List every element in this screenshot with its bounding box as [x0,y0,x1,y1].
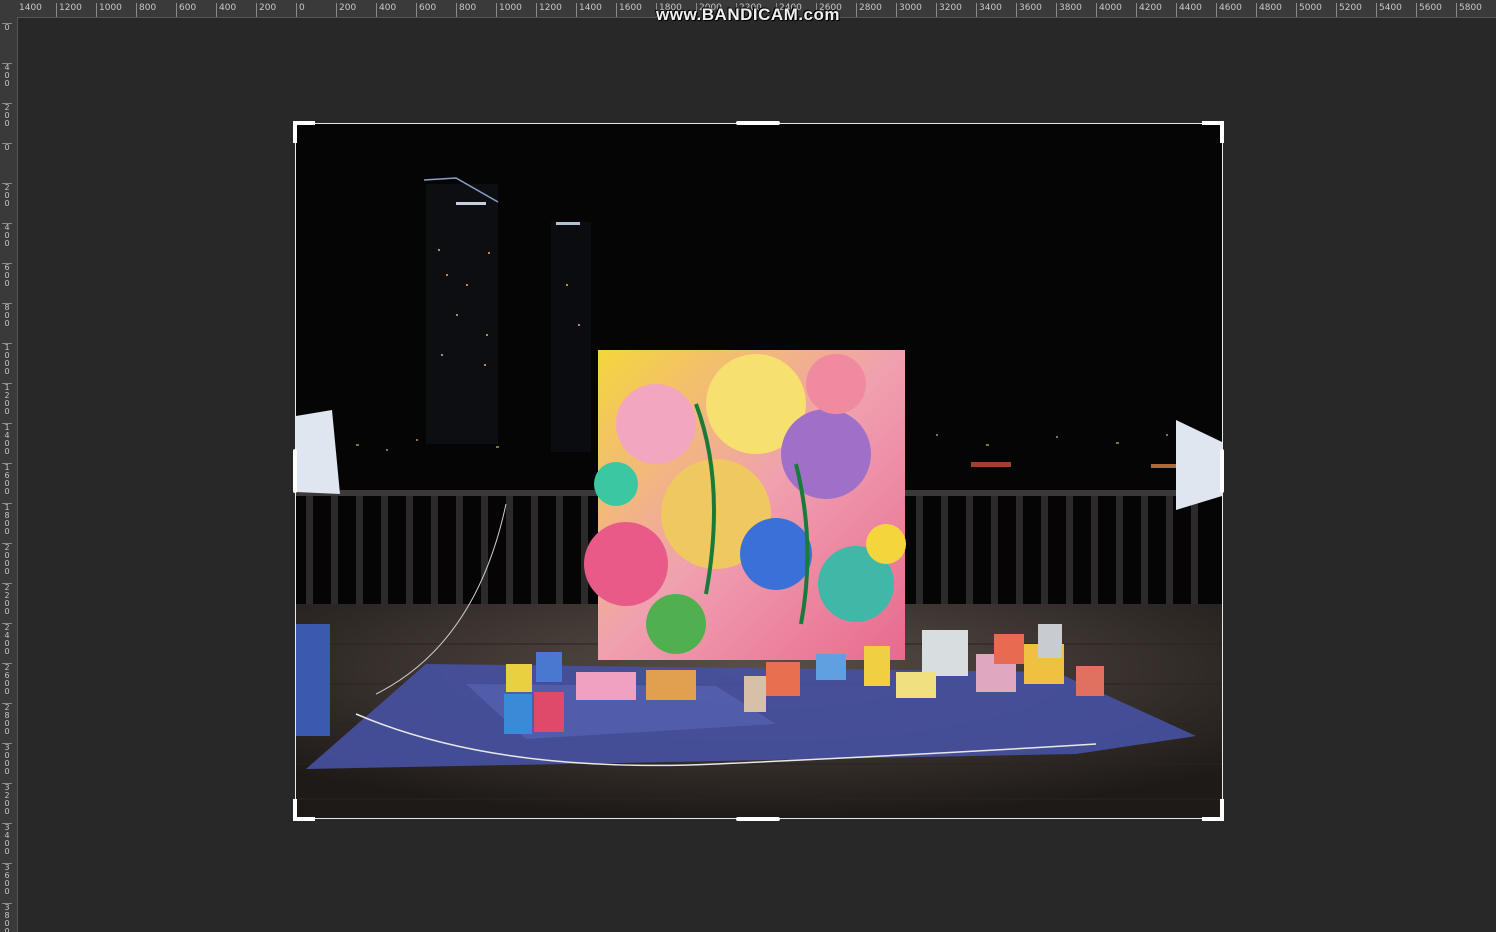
ruler-left-label: 1200 [2,383,12,416]
photo-canvas[interactable] [296,124,1222,818]
crop-handle-left[interactable] [293,449,297,493]
ruler-left-label: 2000 [2,543,12,576]
vertical-ruler[interactable]: 0 400 200 0 200 400 600 800 1000 1200 1400 1600 1800… [0,17,18,932]
ruler-left-label: 2400 [2,623,12,656]
ruler-left-label: 800 [2,303,12,328]
ruler-left-label: 3800 [2,903,12,932]
crop-handle-right[interactable] [1220,449,1224,493]
crop-handle-top-left-v[interactable] [293,121,297,143]
ruler-left-label: 1400 [2,423,12,456]
ruler-left-label: 0 [2,143,12,152]
ruler-left-label: 1600 [2,463,12,496]
ruler-left-label: 400 [2,223,12,248]
crop-handle-top-right-v[interactable] [1220,121,1224,143]
crop-handle-top[interactable] [736,121,780,125]
ruler-left-label: 400 [2,63,12,88]
night-painting-scene [296,124,1222,818]
ruler-left-label: 2800 [2,703,12,736]
ruler-left-label: 3600 [2,863,12,896]
ruler-left-label: 2600 [2,663,12,696]
recorder-watermark: www.BANDICAM.com [656,5,840,24]
crop-handle-bottom-right-v[interactable] [1220,799,1224,821]
ruler-left-label: 3200 [2,783,12,816]
crop-handle-bottom[interactable] [736,817,780,821]
ruler-left-label: 3000 [2,743,12,776]
ruler-left-label: 1000 [2,343,12,376]
ruler-left-label: 1800 [2,503,12,536]
ruler-left-label: 600 [2,263,12,288]
ruler-left-label: 200 [2,183,12,208]
crop-handle-bottom-left-v[interactable] [293,799,297,821]
ruler-left-label: 200 [2,103,12,128]
ruler-left-label: 3400 [2,823,12,856]
ruler-left-label: 2200 [2,583,12,616]
